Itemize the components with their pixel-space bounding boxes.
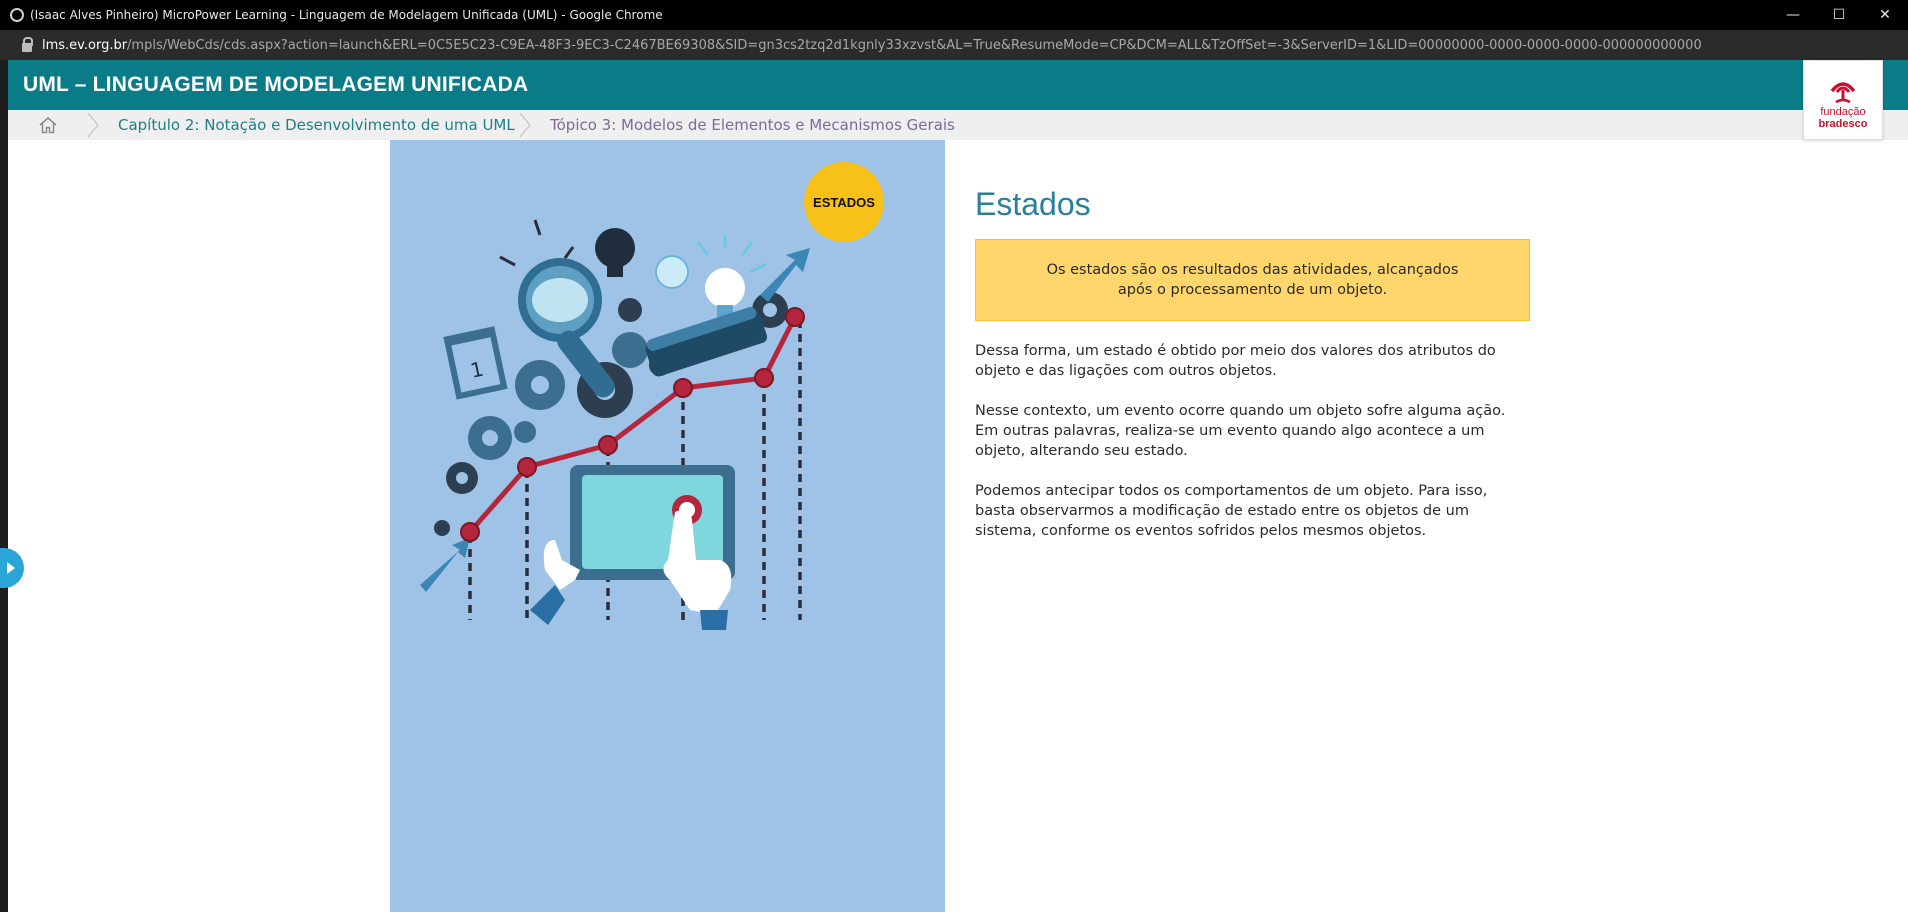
left-edge-strip	[0, 60, 8, 912]
breadcrumb: Capítulo 2: Notação e Desenvolvimento de…	[8, 110, 1908, 140]
window-controls: — ☐ ✕	[1770, 0, 1908, 30]
content-area: Estados Os estados são os resultados das…	[975, 140, 1531, 541]
address-bar[interactable]: lms.ev.org.br /mpls/WebCds/cds.aspx?acti…	[0, 30, 1908, 60]
breadcrumb-separator-icon	[87, 112, 99, 138]
illustration-panel: 1 ESTADOS	[390, 140, 945, 912]
paragraph: Dessa forma, um estado é obtido por meio…	[975, 343, 1496, 379]
estados-badge: ESTADOS	[804, 162, 884, 242]
breadcrumb-separator-icon	[519, 112, 531, 138]
maximize-button[interactable]: ☐	[1816, 0, 1862, 30]
close-button[interactable]: ✕	[1862, 0, 1908, 30]
url-host[interactable]: lms.ev.org.br	[42, 38, 127, 53]
breadcrumb-topic[interactable]: Tópico 3: Modelos de Elementos e Mecanis…	[550, 116, 955, 134]
home-icon[interactable]	[38, 116, 58, 134]
browser-title-bar: (Isaac Alves Pinheiro) MicroPower Learni…	[0, 0, 1908, 30]
minimize-button[interactable]: —	[1770, 0, 1816, 30]
url-path[interactable]: /mpls/WebCds/cds.aspx?action=launch&ERL=…	[127, 38, 1702, 53]
paragraph: Nesse contexto, um evento ocorre quando …	[975, 403, 1506, 459]
lock-icon[interactable]	[22, 36, 33, 52]
paragraph: Podemos antecipar todos os comportamento…	[975, 483, 1488, 539]
course-header: UML – LINGUAGEM DE MODELAGEM UNIFICADA	[8, 60, 1908, 110]
breadcrumb-chapter[interactable]: Capítulo 2: Notação e Desenvolvimento de…	[118, 116, 515, 134]
highlight-text: Os estados são os resultados das ativida…	[1046, 262, 1459, 298]
page-title: Estados	[975, 186, 1091, 222]
bradesco-tree-icon	[1830, 82, 1856, 104]
logo-text-bradesco: bradesco	[1818, 118, 1868, 130]
window-title: (Isaac Alves Pinheiro) MicroPower Learni…	[30, 8, 663, 22]
course-title: UML – LINGUAGEM DE MODELAGEM UNIFICADA	[23, 73, 529, 96]
side-panel-toggle[interactable]	[0, 548, 24, 588]
logo-text-fundacao: fundação	[1820, 106, 1866, 118]
fundacao-bradesco-logo: fundação bradesco	[1803, 60, 1883, 140]
chrome-icon	[10, 8, 24, 22]
highlight-box: Os estados são os resultados das ativida…	[975, 239, 1530, 321]
